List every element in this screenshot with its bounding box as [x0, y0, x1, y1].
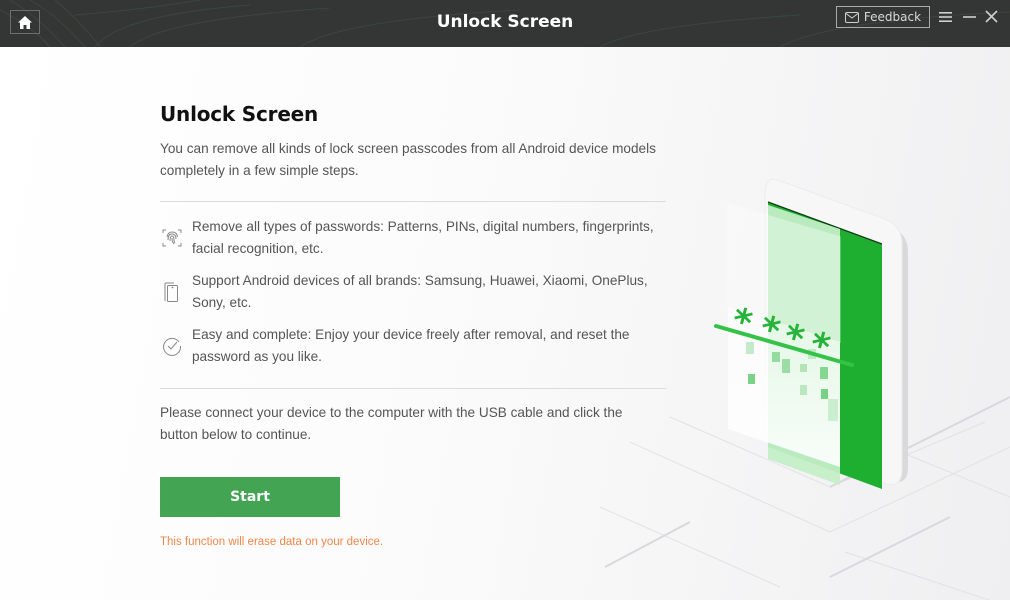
page-heading: Unlock Screen: [160, 102, 319, 126]
divider: [160, 201, 666, 202]
phone-unlock-illustration: * * * *: [714, 178, 908, 489]
feature-text: Support Android devices of all brands: S…: [192, 273, 648, 310]
main-content: Unlock Screen You can remove all kinds o…: [0, 47, 1010, 600]
fingerprint-icon: [162, 229, 182, 247]
feature-text: Remove all types of passwords: Patterns,…: [192, 219, 654, 256]
mail-icon: [844, 11, 859, 23]
minimize-icon: [963, 16, 976, 18]
feature-item: Remove all types of passwords: Patterns,…: [160, 216, 680, 260]
check-circle-icon: [163, 337, 182, 356]
feature-item: Easy and complete: Enjoy your device fre…: [160, 324, 680, 368]
menu-button[interactable]: [937, 8, 955, 26]
feedback-label: Feedback: [863, 10, 922, 24]
feature-item: Support Android devices of all brands: S…: [160, 270, 680, 314]
feature-text: Easy and complete: Enjoy your device fre…: [192, 327, 630, 364]
divider: [160, 388, 666, 389]
feedback-button[interactable]: Feedback: [836, 6, 930, 28]
erase-warning: This function will erase data on your de…: [160, 536, 384, 548]
minimize-button[interactable]: [961, 8, 979, 26]
home-icon: [18, 15, 32, 29]
connect-instructions: Please connect your device to the comput…: [160, 405, 623, 442]
close-icon: [985, 10, 998, 23]
hamburger-menu-icon: [939, 12, 952, 22]
title-bar: Unlock Screen Feedback: [0, 0, 1010, 47]
close-button[interactable]: [983, 8, 1001, 26]
start-button[interactable]: Start: [160, 477, 340, 517]
home-button[interactable]: [10, 10, 40, 34]
phone-devices-icon: [164, 282, 178, 302]
intro-text: You can remove all kinds of lock screen …: [160, 141, 656, 178]
